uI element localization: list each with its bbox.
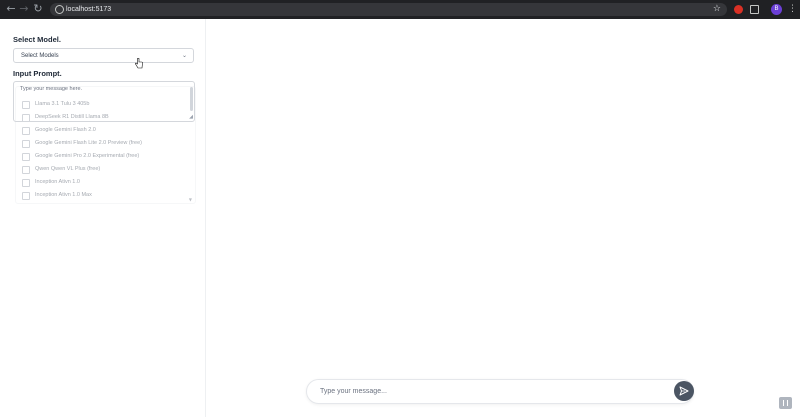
send-icon (679, 386, 689, 396)
input-prompt-label: Input Prompt. (13, 69, 62, 78)
prompt-placeholder: Type your message here. (20, 86, 83, 92)
extensions-puzzle-icon[interactable] (750, 5, 759, 14)
checkbox[interactable] (22, 140, 30, 148)
checkbox[interactable] (22, 153, 30, 161)
model-select-placeholder: Select Models (21, 53, 59, 59)
reload-icon[interactable]: ↻ (31, 2, 45, 16)
select-model-label: Select Model. (13, 35, 61, 44)
chevron-down-icon: ⌄ (181, 52, 187, 59)
scrollbar[interactable] (190, 87, 193, 111)
model-option-label: Qwen Qwen VL Plus (free) (35, 166, 101, 172)
url-text: localhost:5173 (66, 6, 112, 13)
model-select[interactable]: Select Models ⌄ (13, 48, 194, 63)
model-option-label: Google Gemini Flash 2.0 (35, 127, 96, 133)
checkbox[interactable] (22, 166, 30, 174)
browser-menu-icon[interactable]: ⋮ (788, 3, 797, 15)
checkbox[interactable] (22, 127, 30, 135)
model-option-label: Inception Ativn 1.0 (35, 179, 80, 185)
mouse-pointer-icon (135, 58, 143, 69)
sidebar (0, 19, 206, 417)
profile-avatar[interactable]: B (771, 4, 782, 15)
pause-button[interactable] (779, 397, 792, 409)
pause-icon (783, 400, 788, 406)
browser-toolbar: ← → ↻ localhost:5173 ☆ B ⋮ (0, 0, 800, 19)
back-icon[interactable]: ← (4, 2, 18, 16)
model-option-label: Google Gemini Flash Lite 2.0 Preview (fr… (35, 140, 142, 146)
checkbox[interactable] (22, 192, 30, 200)
bookmark-star-icon[interactable]: ☆ (713, 3, 721, 16)
extension-icon[interactable] (734, 5, 743, 14)
address-bar[interactable]: localhost:5173 ☆ (50, 3, 727, 16)
site-info-icon[interactable] (55, 5, 64, 14)
resize-handle-icon[interactable]: ◢ (189, 115, 193, 120)
chat-message-input[interactable]: Type your message... (306, 379, 694, 404)
chat-input-placeholder: Type your message... (320, 388, 387, 395)
scroll-down-icon[interactable]: ▼ (189, 197, 192, 202)
send-button[interactable] (674, 381, 694, 401)
prompt-textarea[interactable]: Type your message here. ◢ (13, 81, 195, 122)
checkbox[interactable] (22, 179, 30, 187)
forward-icon[interactable]: → (17, 2, 31, 16)
model-option-label: Inception Ativn 1.0 Max (35, 192, 92, 198)
model-option-label: Google Gemini Pro 2.0 Experimental (free… (35, 153, 140, 159)
